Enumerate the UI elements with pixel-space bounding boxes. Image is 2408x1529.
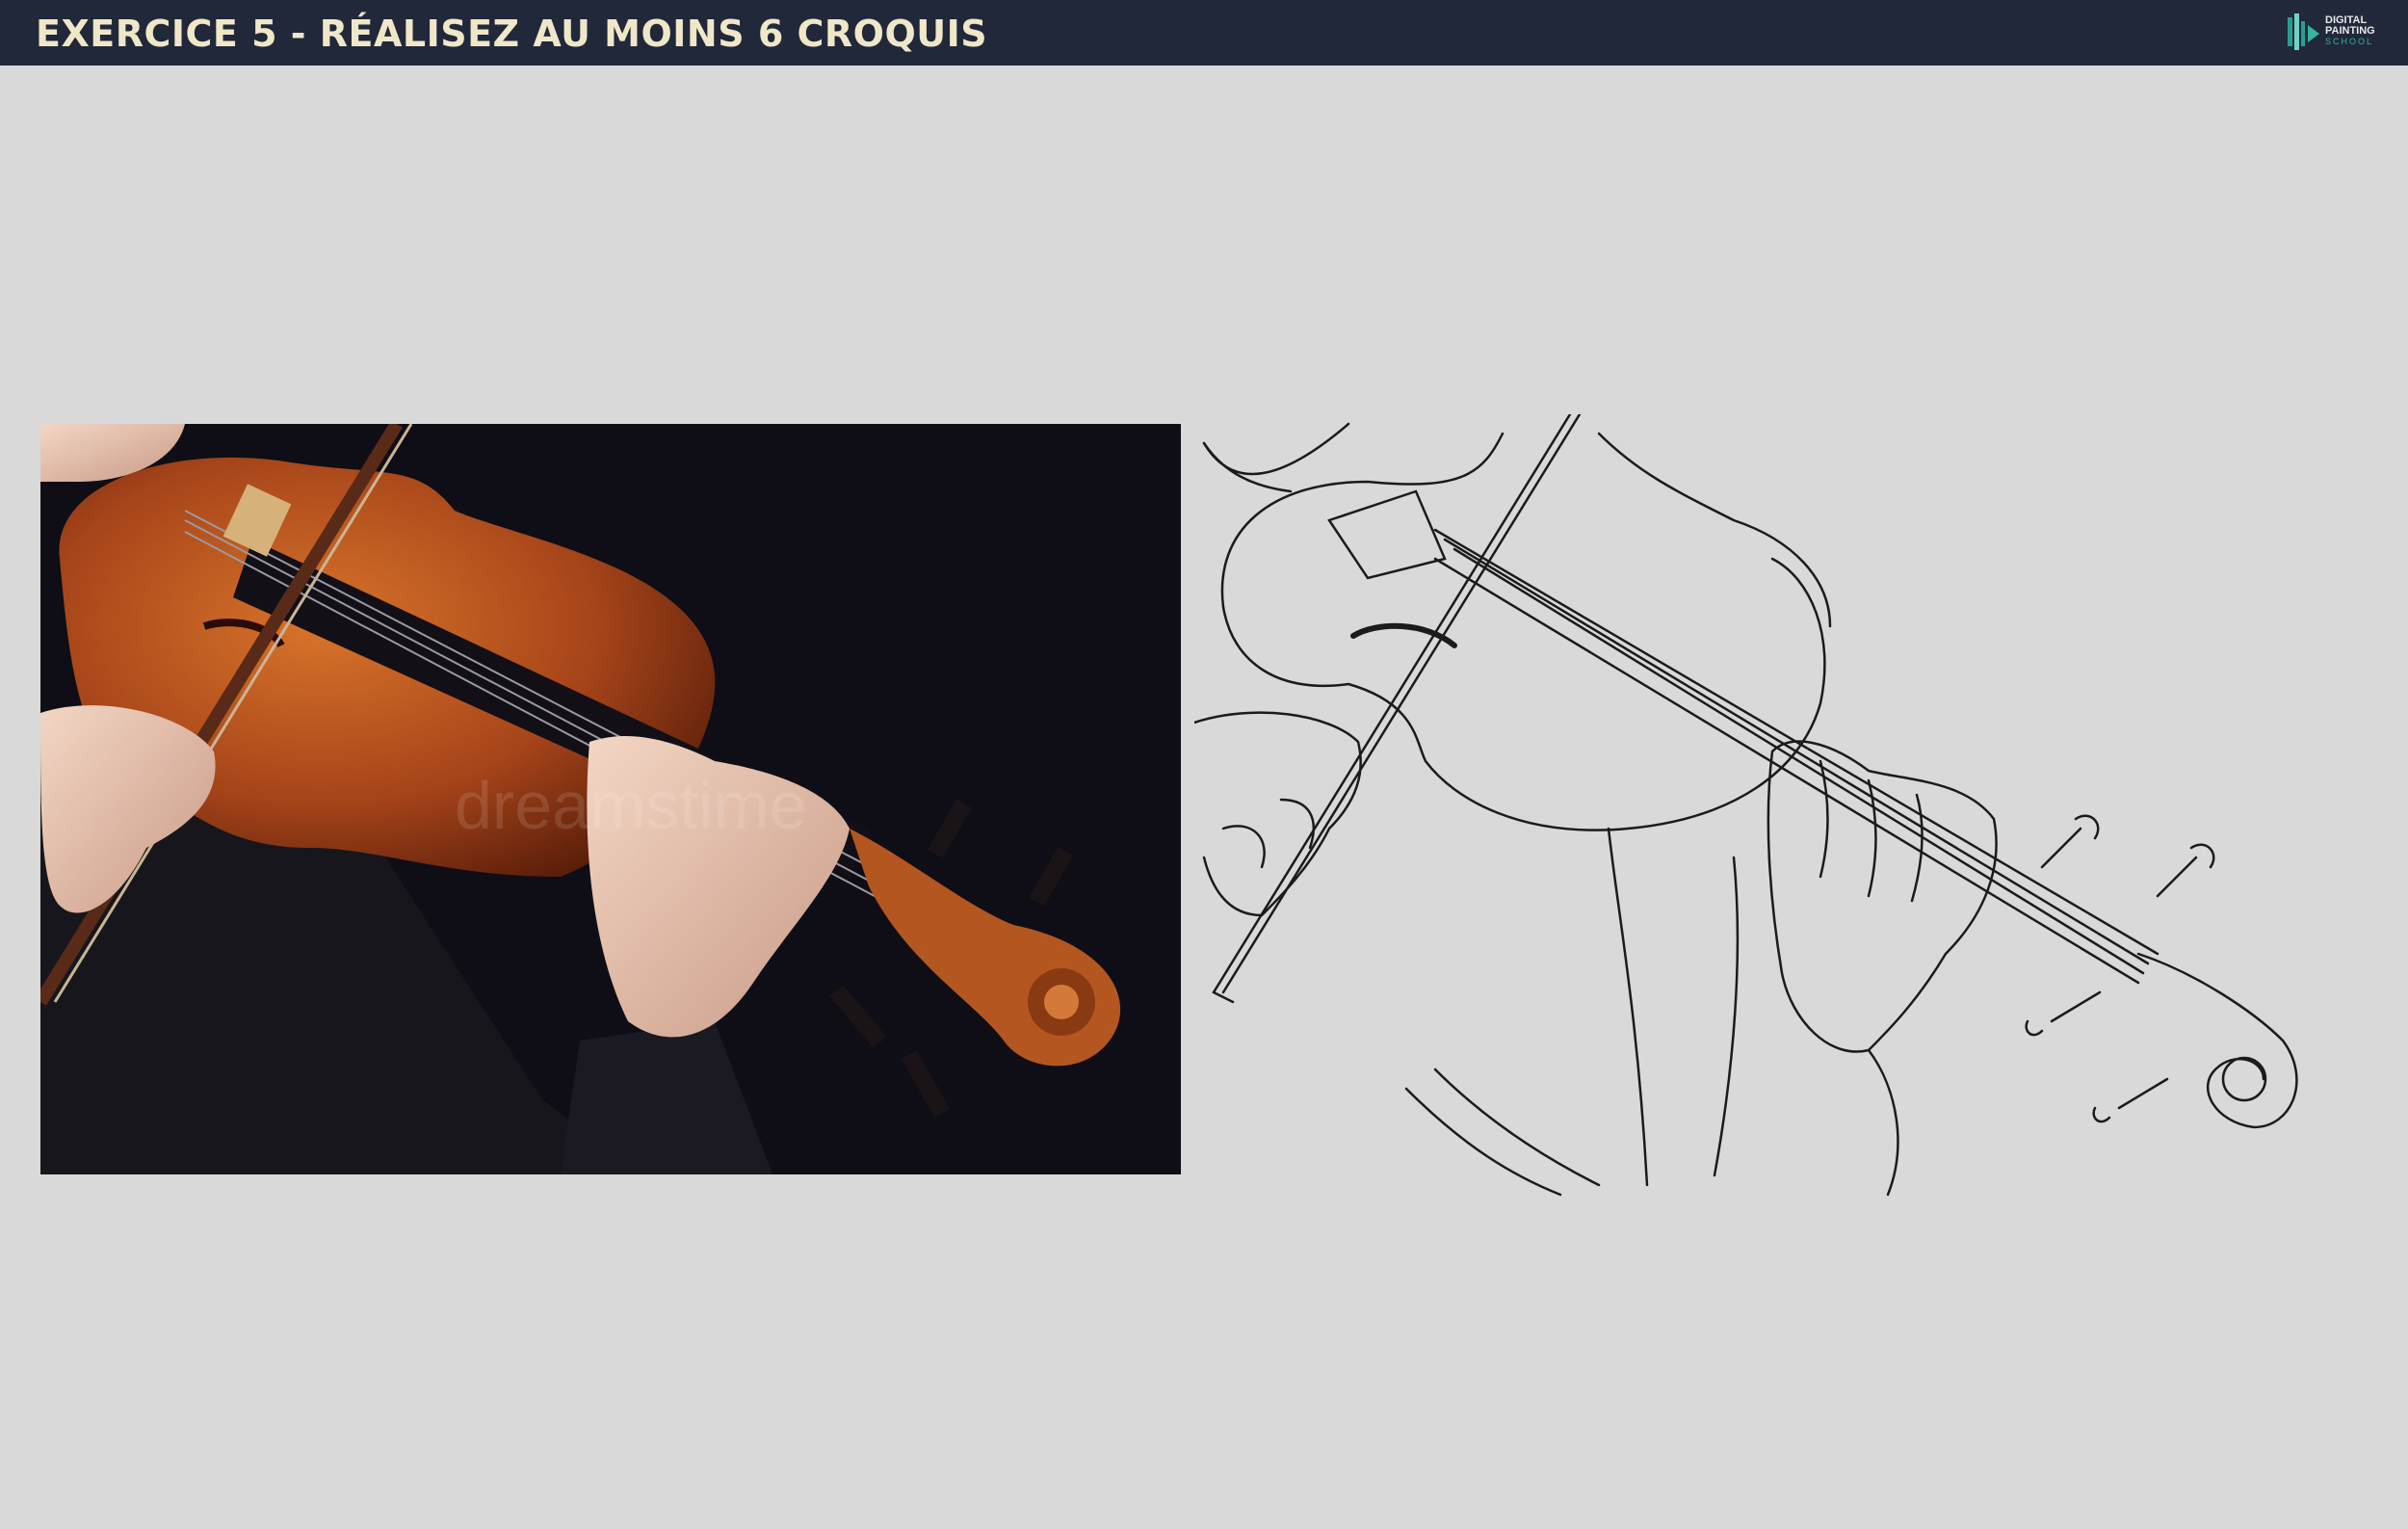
violin-photo-illustration: dreamstime (40, 424, 1181, 1174)
page-title: EXERCICE 5 - RÉALISEZ AU MOINS 6 CROQUIS (36, 13, 988, 55)
reference-photo-violinist: dreamstime (40, 424, 1181, 1174)
header-bar: EXERCICE 5 - RÉALISEZ AU MOINS 6 CROQUIS… (0, 0, 2408, 66)
photo-watermark: dreamstime (455, 768, 807, 843)
logo-line-3: SCHOOL (2325, 37, 2374, 46)
brush-logo-icon (2288, 13, 2319, 50)
reference-line-drawing (1194, 414, 2331, 1204)
logo-line-2: PAINTING (2325, 25, 2375, 37)
brand-logo: DIGITAL PAINTING SCHOOL (2285, 12, 2391, 56)
violin-sketch-illustration (1194, 414, 2298, 1197)
